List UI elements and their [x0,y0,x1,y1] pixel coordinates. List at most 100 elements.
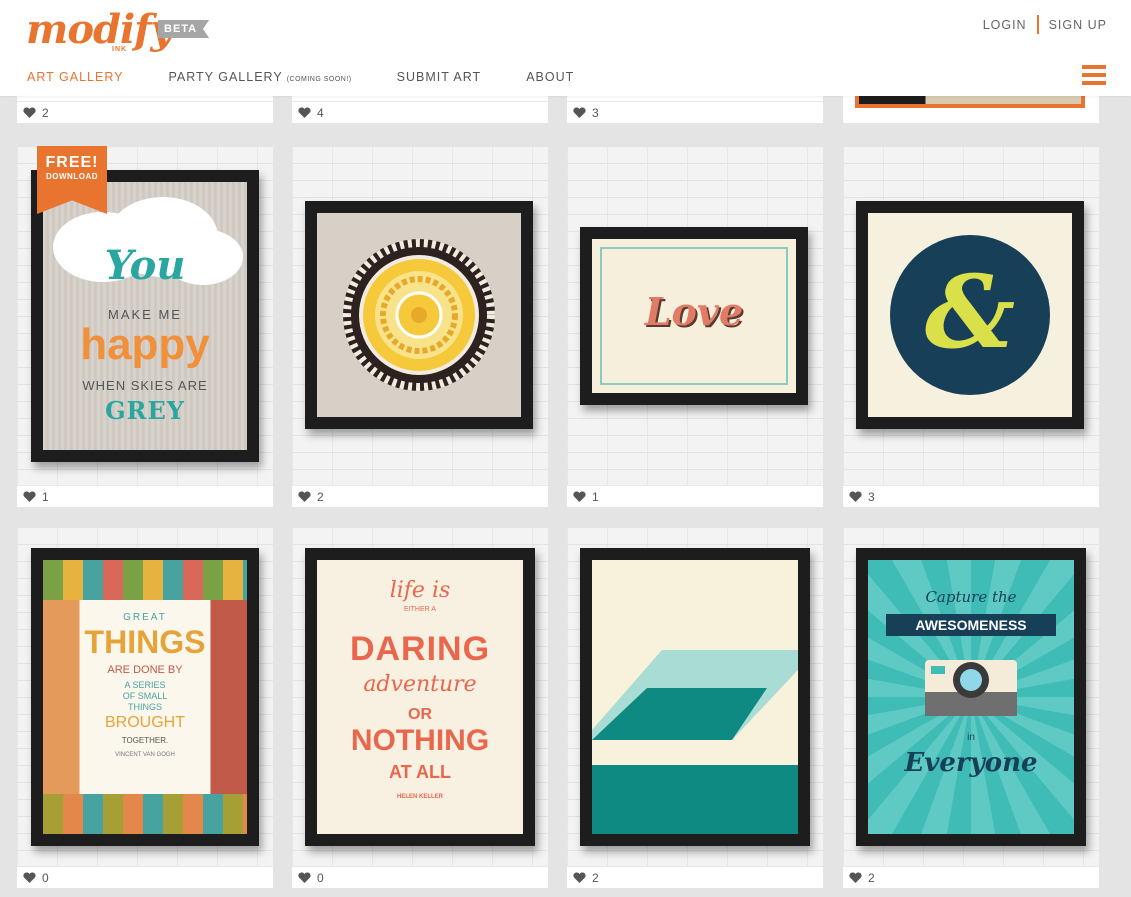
gallery-card[interactable]: & 3 [843,146,1099,507]
art-text-when-skies: WHEN SKIES ARE [82,378,208,393]
card-meta: 2 [567,866,823,888]
card-meta: 3 [567,101,823,123]
art-text-daring: DARING [349,630,491,668]
art-text-grey: GREY [105,396,185,425]
art-frame: & [856,201,1084,429]
gallery-card[interactable]: 2 [292,146,548,507]
site-header: modify INK BETA LOGIN SIGN UP ART GALLER… [0,0,1131,96]
gallery-card[interactable]: 4 [292,96,548,123]
gallery-card[interactable]: Love 1 [567,146,823,507]
like-count: 2 [592,870,599,885]
card-meta: 0 [292,866,548,888]
card-image: Love [567,146,823,485]
heart-icon[interactable] [573,107,586,118]
card-image: Capture the AWESOMENESS in Everyone [843,527,1099,866]
coming-soon-note: (COMING SOON!) [286,76,352,83]
gallery-card[interactable]: life is EITHER A DARING adventure OR NOT… [292,527,548,888]
decor-bottom [43,794,247,834]
art-text-brought: BROUGHT [105,714,185,731]
art-frame: life is EITHER A DARING adventure OR NOT… [305,548,535,846]
nav-about[interactable]: ABOUT [526,70,574,84]
art-text-life-is: life is [389,578,451,603]
card-meta: 1 [17,485,273,507]
logo[interactable]: modify INK BETA [26,8,216,58]
art-text-things-2: THINGS [127,702,162,712]
beta-badge: BETA [158,20,210,38]
art-text-awesomeness: AWESOMENESS [886,614,1056,636]
heart-icon[interactable] [573,491,586,502]
badge-subtitle: DOWNLOAD [46,172,98,181]
badge-title: FREE! [45,154,99,171]
card-image: & [843,146,1099,485]
gallery-card[interactable]: 2 [17,96,273,123]
art-text-everyone: Everyone [904,748,1038,778]
login-link[interactable]: LOGIN [983,18,1027,32]
card-image [292,146,548,485]
like-count: 1 [42,489,49,504]
signup-link[interactable]: SIGN UP [1049,18,1107,32]
gallery-card[interactable]: 3 [567,96,823,123]
card-image: life is EITHER A DARING adventure OR NOT… [292,527,548,866]
heart-icon[interactable] [23,491,36,502]
card-meta: 2 [17,101,273,123]
art-text-are-done-by: ARE DONE BY [107,664,183,676]
like-count: 4 [317,105,324,120]
decor-top [43,560,247,600]
main-nav: ART GALLERY PARTY GALLERY (COMING SOON!) … [27,70,619,84]
art-text-nothing: NOTHING [350,724,490,757]
like-count: 3 [868,489,875,504]
art-text-in: in [967,732,975,743]
art-text-either-a: EITHER A [404,606,436,613]
card-meta: 0 [17,866,273,888]
heart-icon[interactable] [298,107,311,118]
like-count: 2 [317,489,324,504]
art-frame [305,201,533,429]
heart-icon[interactable] [298,872,311,883]
frame-bottom-edge [855,96,1085,108]
nav-art-gallery[interactable]: ART GALLERY [27,70,123,84]
art-text-author: VINCENT VAN GOGH [115,752,175,758]
heart-icon[interactable] [298,491,311,502]
art-frame: Capture the AWESOMENESS in Everyone [856,548,1086,846]
art-text-ampersand: & [924,253,1016,371]
art-text-adventure: adventure [363,672,477,697]
camera-icon [925,660,1017,716]
gallery-card[interactable]: GREAT THINGS ARE DONE BY A SERIES OF SMA… [17,527,273,888]
like-count: 3 [592,105,599,120]
like-count: 2 [42,105,49,120]
heart-icon[interactable] [849,872,862,883]
logo-subtext: INK [112,46,128,53]
card-meta: 2 [292,485,548,507]
card-image: GREAT THINGS ARE DONE BY A SERIES OF SMA… [17,527,273,866]
heart-icon[interactable] [573,872,586,883]
card-image: You MAKE ME happy WHEN SKIES ARE GREY FR… [17,146,273,485]
geometric-art [592,650,798,834]
art-text-love: Love [644,289,744,334]
heart-icon[interactable] [23,107,36,118]
menu-icon[interactable] [1082,65,1106,85]
art-text-happy: happy [80,320,210,369]
heart-icon[interactable] [849,491,862,502]
nav-party-gallery-label: PARTY GALLERY [168,70,283,84]
like-count: 0 [42,870,49,885]
nav-party-gallery[interactable]: PARTY GALLERY (COMING SOON!) [168,70,351,84]
card-meta: 4 [292,101,548,123]
gallery-card[interactable]: You MAKE ME happy WHEN SKIES ARE GREY FR… [17,146,273,507]
card-image [567,527,823,866]
art-frame [580,548,810,846]
auth-links: LOGIN SIGN UP [983,15,1107,34]
art-text-capture: Capture the [925,588,1017,606]
art-text-or: OR [408,706,432,723]
art-text-great: GREAT [123,612,167,623]
art-text-things: THINGS [84,624,206,660]
nav-submit-art[interactable]: SUBMIT ART [397,70,482,84]
gallery-card[interactable] [843,96,1099,123]
heart-icon[interactable] [23,872,36,883]
art-frame: GREAT THINGS ARE DONE BY A SERIES OF SMA… [31,548,259,846]
card-meta: 2 [843,866,1099,888]
art-text-at-all: AT ALL [389,762,451,782]
art-text-a-series: A SERIES [124,680,166,690]
gallery-card[interactable]: 2 [567,527,823,888]
logo-wordmark: modify [26,6,174,53]
gallery-card[interactable]: Capture the AWESOMENESS in Everyone 2 [843,527,1099,888]
